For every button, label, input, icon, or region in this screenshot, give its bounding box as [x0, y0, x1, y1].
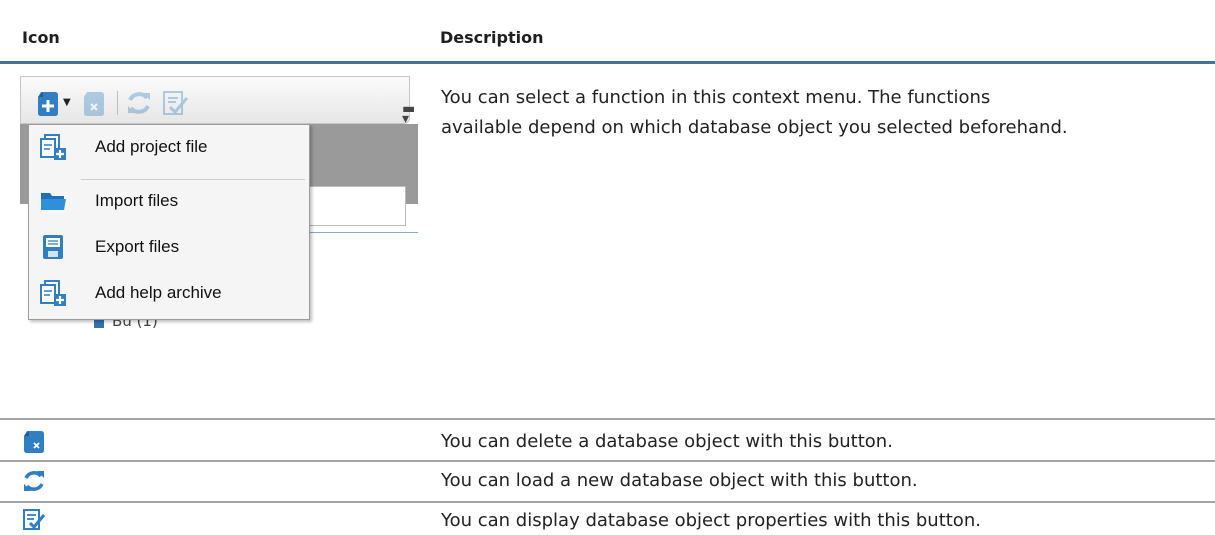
row-4-description: You can display database object properti… [441, 510, 981, 531]
toolbar-separator [117, 91, 118, 115]
description-line: available depend on which database objec… [441, 117, 1068, 138]
row-2-description: You can delete a database object with th… [441, 431, 893, 452]
toolbar-overflow-icon[interactable]: ▬ ▾ [402, 102, 415, 126]
add-file-icon [40, 134, 66, 160]
menu-item-export-files[interactable]: Export files [29, 227, 309, 267]
refresh-icon[interactable] [125, 89, 153, 117]
menu-item-import-files[interactable]: Import files [29, 181, 309, 221]
menu-separator [81, 179, 305, 180]
header-icon-column: Icon [22, 28, 60, 47]
row-divider [0, 501, 1215, 503]
dropdown-arrow-icon[interactable]: ▼ [63, 97, 71, 108]
icon-description-table: Icon Description Bü (1) ▼ ▬ ▾ Add projec… [0, 0, 1215, 535]
header-description-column: Description [440, 28, 544, 47]
folder-icon [41, 193, 66, 210]
refresh-icon [24, 471, 44, 491]
context-menu-screenshot: Bü (1) ▼ ▬ ▾ Add project file Import fil… [20, 76, 418, 328]
menu-item-label: Import files [95, 191, 179, 210]
menu-item-label: Add help archive [95, 283, 222, 302]
menu-item-label: Add project file [95, 137, 208, 156]
menu-item-label: Export files [95, 237, 180, 256]
toolbar: ▼ ▬ ▾ [20, 76, 415, 126]
delete-object-icon [24, 431, 44, 453]
properties-icon[interactable] [161, 89, 189, 117]
save-icon [43, 235, 63, 259]
add-file-icon [40, 280, 66, 306]
description-line: You can select a function in this contex… [441, 87, 991, 108]
menu-item-add-help-archive[interactable]: Add help archive [29, 273, 309, 313]
context-menu: Add project file Import files Export fil… [28, 124, 310, 320]
table-header: Icon Description [0, 0, 1215, 64]
row-1-description: You can select a function in this contex… [441, 83, 1068, 143]
row-divider [0, 418, 1215, 420]
properties-icon [23, 509, 46, 530]
add-icon[interactable] [37, 91, 59, 117]
row-3-description: You can load a new database object with … [441, 470, 918, 491]
delete-icon[interactable] [83, 91, 105, 117]
menu-item-add-project-file[interactable]: Add project file [29, 127, 309, 167]
row-divider [0, 460, 1215, 462]
